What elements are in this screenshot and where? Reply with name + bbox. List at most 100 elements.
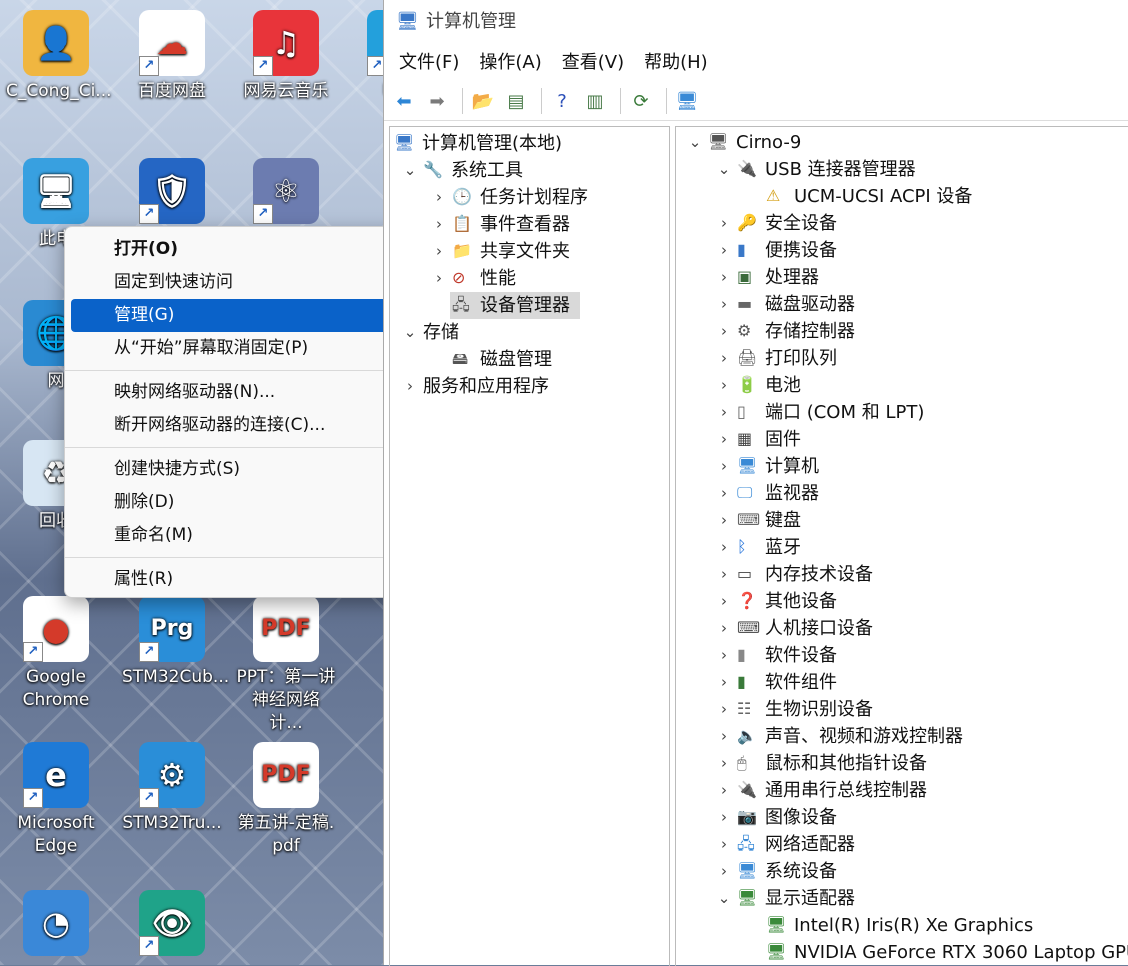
chevron-right-icon[interactable]: › [717, 615, 731, 642]
chevron-right-icon[interactable]: › [717, 507, 731, 534]
chevron-right-icon[interactable]: › [717, 588, 731, 615]
tree-item[interactable]: 🖴 磁盘管理 [450, 346, 665, 373]
tree-item[interactable]: › ⌨ 键盘 [721, 507, 1126, 534]
chevron-right-icon[interactable]: › [717, 669, 731, 696]
tree-item[interactable]: › ▯ 端口 (COM 和 LPT) [721, 399, 1126, 426]
action-pane-button[interactable]: ▥ [581, 87, 609, 115]
desktop-icon[interactable]: 👁 ↗ [122, 890, 222, 960]
chevron-right-icon[interactable]: › [717, 453, 731, 480]
chevron-right-icon[interactable]: › [717, 345, 731, 372]
monitor-button[interactable]: 🖥 [673, 87, 701, 115]
tree-item[interactable]: › ▬ 磁盘驱动器 [721, 291, 1126, 318]
desktop-icon[interactable]: ◔ [6, 890, 106, 960]
tree-item[interactable]: › ▦ 固件 [721, 426, 1126, 453]
tree-item[interactable]: › 🔑 安全设备 [721, 210, 1126, 237]
chevron-right-icon[interactable]: › [717, 696, 731, 723]
tree-item[interactable]: › 🖧 网络适配器 [721, 831, 1126, 858]
desktop-icon[interactable]: 🛡 ↗ [122, 158, 222, 228]
chevron-down-icon[interactable]: ⌄ [403, 319, 417, 346]
tree-item[interactable]: › 📁 共享文件夹 [436, 238, 665, 265]
chevron-right-icon[interactable]: › [432, 184, 446, 211]
tree-item[interactable]: › ☷ 生物识别设备 [721, 696, 1126, 723]
tree-item[interactable]: 🖥 Intel(R) Iris(R) Xe Graphics [764, 912, 1126, 939]
tree-item[interactable]: › 🖥 系统设备 [721, 858, 1126, 885]
chevron-down-icon[interactable]: ⌄ [403, 157, 417, 184]
tree-item[interactable]: ⌄ 🖥 Cirno-9 [689, 129, 1126, 156]
tree-item[interactable]: › 服务和应用程序 [407, 373, 665, 400]
chevron-right-icon[interactable]: › [717, 426, 731, 453]
desktop-icon[interactable]: PDF 第五讲-定稿. pdf [236, 742, 336, 858]
tree-item[interactable]: › ▮ 软件设备 [721, 642, 1126, 669]
chevron-right-icon[interactable]: › [717, 237, 731, 264]
menu-item[interactable]: 查看(V) [562, 52, 624, 73]
tree-item[interactable]: › ▮ 软件组件 [721, 669, 1126, 696]
chevron-right-icon[interactable]: › [717, 750, 731, 777]
chevron-right-icon[interactable]: › [432, 211, 446, 238]
chevron-right-icon[interactable]: › [717, 372, 731, 399]
chevron-right-icon[interactable]: › [717, 858, 731, 885]
chevron-down-icon[interactable]: ⌄ [717, 156, 731, 183]
chevron-right-icon[interactable]: › [717, 264, 731, 291]
chevron-right-icon[interactable]: › [717, 291, 731, 318]
tree-item[interactable]: ⚠ UCM-UCSI ACPI 设备 [764, 183, 1126, 210]
tree-item[interactable]: › 🕒 任务计划程序 [436, 184, 665, 211]
desktop-icon[interactable]: ☁ ↗ 百度网盘 [122, 10, 222, 103]
tree-item[interactable]: ⌄ 🔌 USB 连接器管理器 [718, 156, 1126, 183]
chevron-right-icon[interactable]: › [717, 210, 731, 237]
desktop-icon[interactable]: ⚙ ↗ STM32Tru... [122, 742, 222, 835]
tree-item[interactable]: 🖥 NVIDIA GeForce RTX 3060 Laptop GPU [764, 939, 1128, 966]
desktop-icon[interactable]: PDF PPT：第一讲 神经网络计... [236, 596, 336, 735]
chevron-right-icon[interactable]: › [717, 561, 731, 588]
chevron-right-icon[interactable]: › [717, 318, 731, 345]
chevron-right-icon[interactable]: › [717, 777, 731, 804]
chevron-down-icon[interactable]: ⌄ [688, 129, 702, 156]
tree-item[interactable]: ⌄ 🖥 显示适配器 [718, 885, 1126, 912]
chevron-right-icon[interactable]: › [717, 723, 731, 750]
chevron-right-icon[interactable]: › [717, 534, 731, 561]
menu-item[interactable]: 文件(F) [399, 52, 459, 73]
chevron-right-icon[interactable]: › [432, 238, 446, 265]
tree-item[interactable]: ⌄ 存储 [404, 319, 665, 346]
chevron-right-icon[interactable]: › [403, 373, 417, 400]
help-button[interactable]: ? [548, 87, 576, 115]
scan-hardware-button[interactable]: ⟳ [627, 87, 655, 115]
tree-item[interactable]: › ▮ 便携设备 [721, 237, 1126, 264]
tree-item[interactable]: ⌄ 🔧 系统工具 [404, 157, 665, 184]
desktop-icon[interactable]: e ↗ Microsoft Edge [6, 742, 106, 858]
tree-item[interactable]: › ▣ 处理器 [721, 264, 1126, 291]
menu-item[interactable]: 操作(A) [479, 52, 541, 73]
tree-item[interactable]: › 🔋 电池 [721, 372, 1126, 399]
tree-item[interactable]: › 🖵 监视器 [721, 480, 1126, 507]
tree-item[interactable]: › 📷 图像设备 [721, 804, 1126, 831]
desktop-icon[interactable]: Prg ↗ STM32Cub... [122, 596, 229, 689]
tree-item[interactable]: › ᛒ 蓝牙 [721, 534, 1126, 561]
chevron-right-icon[interactable]: › [717, 480, 731, 507]
desktop-icon[interactable]: 👤 C_Cong_Ci... [6, 10, 112, 103]
chevron-right-icon[interactable]: › [717, 399, 731, 426]
up-folder-button[interactable]: 📂 [469, 87, 497, 115]
chevron-right-icon[interactable]: › [717, 804, 731, 831]
tree-item[interactable]: › 🖱 鼠标和其他指针设备 [721, 750, 1126, 777]
chevron-down-icon[interactable]: ⌄ [717, 885, 731, 912]
tree-item[interactable]: 🖥 计算机管理(本地) [392, 130, 665, 157]
tree-item[interactable]: › 🔈 声音、视频和游戏控制器 [721, 723, 1126, 750]
chevron-right-icon[interactable]: › [717, 831, 731, 858]
tree-item[interactable]: 🖧 设备管理器 [450, 292, 580, 319]
menu-item[interactable]: 帮助(H) [644, 52, 708, 73]
tree-item[interactable]: › ⌨ 人机接口设备 [721, 615, 1126, 642]
desktop-icon[interactable]: ● ↗ Google Chrome [6, 596, 106, 712]
tree-item[interactable]: › 📋 事件查看器 [436, 211, 665, 238]
tree-item[interactable]: › ⚙ 存储控制器 [721, 318, 1126, 345]
tree-item[interactable]: › ❓ 其他设备 [721, 588, 1126, 615]
desktop-icon[interactable]: ♫ ↗ 网易云音乐 [236, 10, 336, 103]
back-arrow-button[interactable]: ⬅ [390, 87, 418, 115]
tree-item[interactable]: › 🖨 打印队列 [721, 345, 1126, 372]
chevron-right-icon[interactable]: › [717, 642, 731, 669]
tree-item[interactable]: › ⊘ 性能 [436, 265, 665, 292]
desktop-icon[interactable]: ⚛ ↗ [236, 158, 336, 228]
tree-item[interactable]: › ▭ 内存技术设备 [721, 561, 1126, 588]
chevron-right-icon[interactable]: › [432, 265, 446, 292]
tree-item[interactable]: › 🖥 计算机 [721, 453, 1126, 480]
desktop-icon[interactable]: ▶↗哔哩 [350, 10, 385, 103]
show-tree-button[interactable]: ▤ [502, 87, 530, 115]
